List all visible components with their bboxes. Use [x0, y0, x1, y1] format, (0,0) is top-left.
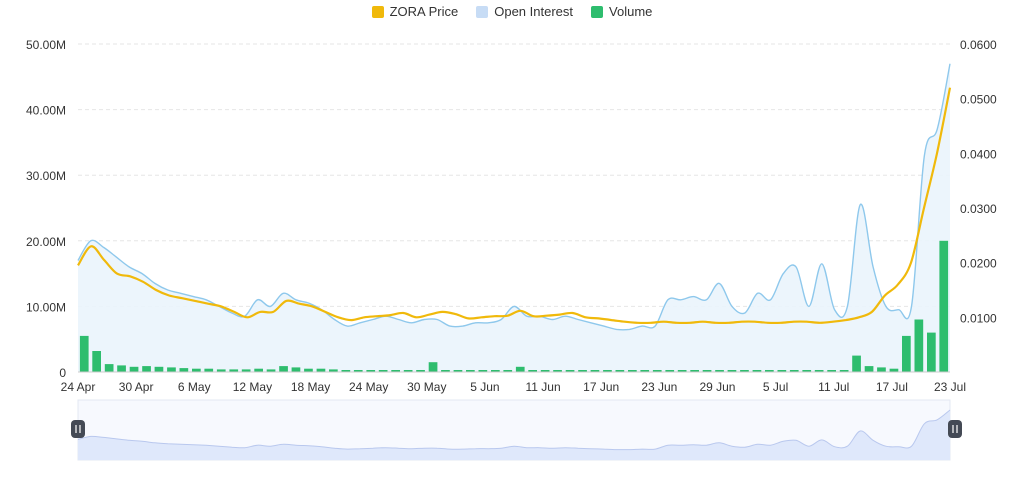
y-right-tick-label: 0.0200 — [960, 257, 997, 271]
y-right-tick-label: 0.0500 — [960, 93, 997, 107]
chart-plot: 0 10.00M 20.00M 30.00M 40.00M 50.00M 0.0100 0.0… — [26, 38, 997, 461]
volume-bar[interactable] — [129, 366, 139, 372]
x-tick-label: 6 May — [178, 380, 211, 394]
volume-bar[interactable] — [142, 366, 151, 372]
volume-bar[interactable] — [104, 364, 114, 372]
volume-bar[interactable] — [167, 367, 176, 372]
volume-bar[interactable] — [154, 366, 164, 372]
x-tick-label: 12 May — [233, 380, 272, 394]
x-tick-label: 23 Jun — [641, 380, 677, 394]
y-left-tick-label: 10.00M — [26, 300, 66, 314]
x-tick-label: 17 Jun — [583, 380, 619, 394]
x-tick-label: 24 May — [349, 380, 388, 394]
y-right-tick-label: 0.0400 — [960, 147, 997, 161]
y-right-tick-label: 0.0300 — [960, 202, 997, 216]
volume-bar[interactable] — [515, 366, 525, 372]
volume-bar[interactable] — [79, 335, 89, 372]
y-left-tick-label: 30.00M — [26, 169, 66, 183]
y-left-tick-label: 0 — [59, 366, 66, 380]
chart-container: ZORA Price Open Interest Volume 0 10.00M 2… — [0, 0, 1024, 493]
volume-bar[interactable] — [279, 366, 288, 372]
volume-bar[interactable] — [852, 355, 861, 372]
volume-bar[interactable] — [902, 335, 911, 372]
volume-bar[interactable] — [179, 368, 189, 372]
volume-bar[interactable] — [428, 362, 438, 372]
y-left-tick-label: 40.00M — [26, 104, 66, 118]
x-tick-label: 29 Jun — [699, 380, 735, 394]
volume-bar[interactable] — [877, 367, 886, 372]
volume-bar[interactable] — [939, 240, 949, 372]
slider-handle-left[interactable] — [71, 420, 85, 438]
x-tick-label: 5 Jun — [470, 380, 499, 394]
x-tick-label: 11 Jun — [525, 380, 560, 394]
volume-bar[interactable] — [914, 319, 924, 373]
y-right-tick-label: 0.0100 — [960, 311, 997, 325]
volume-bar[interactable] — [927, 332, 936, 372]
volume-bar[interactable] — [864, 366, 874, 372]
range-slider[interactable] — [71, 399, 962, 461]
x-tick-label: 30 Apr — [119, 380, 154, 394]
x-tick-label: 17 Jul — [876, 380, 908, 394]
volume-bar[interactable] — [291, 367, 301, 372]
volume-bar[interactable] — [117, 365, 126, 372]
x-tick-label: 18 May — [291, 380, 330, 394]
x-tick-label: 30 May — [407, 380, 446, 394]
x-tick-label: 11 Jul — [818, 380, 849, 394]
volume-bar[interactable] — [92, 351, 101, 372]
y-right-tick-label: 0.0600 — [960, 38, 997, 52]
x-tick-label: 24 Apr — [61, 380, 96, 394]
y-left-tick-label: 20.00M — [26, 235, 66, 249]
x-tick-label: 23 Jul — [934, 380, 966, 394]
y-left-tick-label: 50.00M — [26, 38, 66, 52]
slider-handle-right[interactable] — [948, 420, 962, 438]
x-tick-label: 5 Jul — [763, 380, 788, 394]
